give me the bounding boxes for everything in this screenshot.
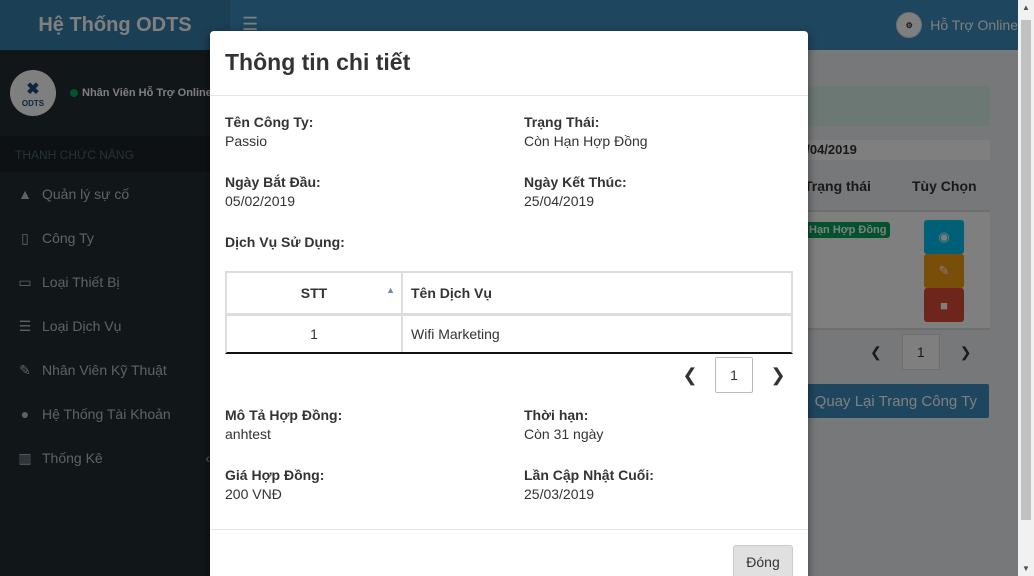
detail-modal: Thông tin chi tiết Tên Công Ty: Passio T… xyxy=(210,31,808,576)
description-field: Mô Tả Hợp Đồng: anhtest xyxy=(225,407,342,442)
modal-header: Thông tin chi tiết xyxy=(210,31,808,96)
last-updated-field: Lần Cập Nhật Cuối: 25/03/2019 xyxy=(524,467,654,502)
status-field: Trạng Thái: Còn Hạn Hợp Đồng xyxy=(524,114,648,149)
page-number[interactable]: 1 xyxy=(715,357,753,393)
table-cell-service-name: Wifi Marketing xyxy=(411,326,500,342)
modal-title: Thông tin chi tiết xyxy=(225,49,411,75)
end-date-field: Ngày Kết Thúc: 25/04/2019 xyxy=(524,174,627,209)
column-header-service-name[interactable]: Tên Dịch Vụ xyxy=(403,273,791,313)
table-header-row: STT ▲ Tên Dịch Vụ xyxy=(227,273,791,316)
company-value: Passio xyxy=(225,133,268,149)
next-page-icon[interactable]: ❯ xyxy=(763,365,793,386)
company-field: Tên Công Ty: Passio xyxy=(225,114,313,149)
table-cell-stt: 1 xyxy=(227,316,403,352)
description-label: Mô Tả Hợp Đồng: xyxy=(225,407,343,423)
start-date-label: Ngày Bắt Đầu: xyxy=(225,174,321,190)
modal-footer: Đóng xyxy=(210,529,808,576)
services-label: Dịch Vụ Sử Dụng: xyxy=(225,234,345,250)
end-date-label: Ngày Kết Thúc: xyxy=(524,174,627,190)
start-date-field: Ngày Bắt Đầu: 05/02/2019 xyxy=(225,174,321,209)
status-value: Còn Hạn Hợp Đồng xyxy=(524,133,648,149)
page-scrollbar[interactable]: ▲ ▼ xyxy=(1018,0,1034,576)
services-field: Dịch Vụ Sử Dụng: xyxy=(225,234,345,250)
scrollbar-thumb[interactable] xyxy=(1021,20,1031,520)
prev-page-icon[interactable]: ❮ xyxy=(675,365,705,386)
scroll-down-icon[interactable]: ▼ xyxy=(1022,564,1030,573)
column-header-stt[interactable]: STT ▲ xyxy=(227,273,403,313)
term-value: Còn 31 ngày xyxy=(524,426,604,442)
scroll-up-icon[interactable]: ▲ xyxy=(1022,3,1030,12)
term-label: Thời hạn: xyxy=(524,407,589,423)
modal-pagination: ❮ 1 ❯ xyxy=(675,357,793,393)
start-date-value: 05/02/2019 xyxy=(225,193,296,209)
company-label: Tên Công Ty: xyxy=(225,114,314,130)
term-field: Thời hạn: Còn 31 ngày xyxy=(524,407,603,442)
column-header-label: STT xyxy=(300,285,328,301)
price-label: Giá Hợp Đồng: xyxy=(225,467,325,483)
description-value: anhtest xyxy=(225,426,271,442)
status-label: Trạng Thái: xyxy=(524,114,600,130)
last-updated-value: 25/03/2019 xyxy=(524,486,595,502)
table-row: 1 Wifi Marketing xyxy=(227,316,791,352)
sort-asc-icon[interactable]: ▲ xyxy=(386,285,395,295)
price-field: Giá Hợp Đồng: 200 VNĐ xyxy=(225,467,324,502)
services-table: STT ▲ Tên Dịch Vụ 1 Wifi Marketing xyxy=(225,271,793,354)
close-button[interactable]: Đóng xyxy=(733,545,793,576)
price-value: 200 VNĐ xyxy=(225,486,282,502)
last-updated-label: Lần Cập Nhật Cuối: xyxy=(524,467,654,483)
modal-body: Tên Công Ty: Passio Trạng Thái: Còn Hạn … xyxy=(210,96,808,529)
end-date-value: 25/04/2019 xyxy=(524,193,595,209)
